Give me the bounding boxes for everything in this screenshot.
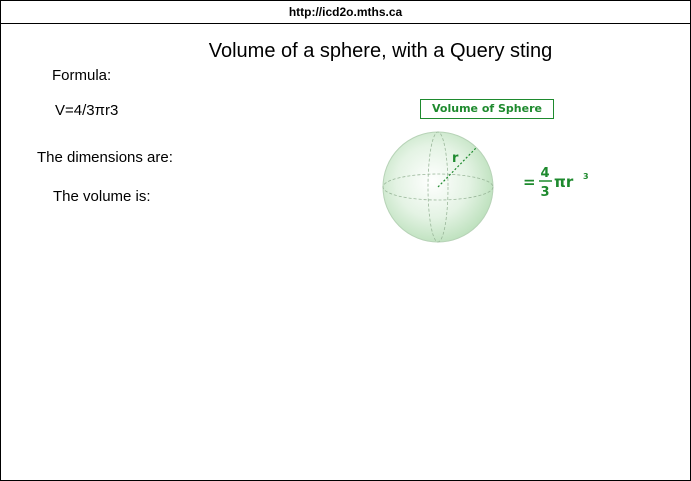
diagram-title: Volume of Sphere [420,99,554,119]
dimensions-label: The dimensions are: [37,149,173,166]
url-text: http://icd2o.mths.ca [288,5,403,19]
page-title: Volume of a sphere, with a Query sting [208,40,553,62]
formula-value: V=4/3πr3 [55,102,119,119]
formula-label: Formula: [52,67,112,84]
formula-denominator: 3 [540,185,549,200]
url-bar: http://icd2o.mths.ca [1,1,690,24]
radius-label: r [452,151,459,166]
volume-label: The volume is: [53,188,151,205]
sphere-diagram: r = 4 3 πr 3 Volume of Sphere [372,98,612,248]
sphere-graphic: r = 4 3 πr 3 [382,131,589,243]
formula-pi-r: πr [554,173,574,191]
formula-numerator: 4 [540,166,549,181]
formula-exponent: 3 [583,172,589,181]
formula-equals: = [523,173,536,191]
